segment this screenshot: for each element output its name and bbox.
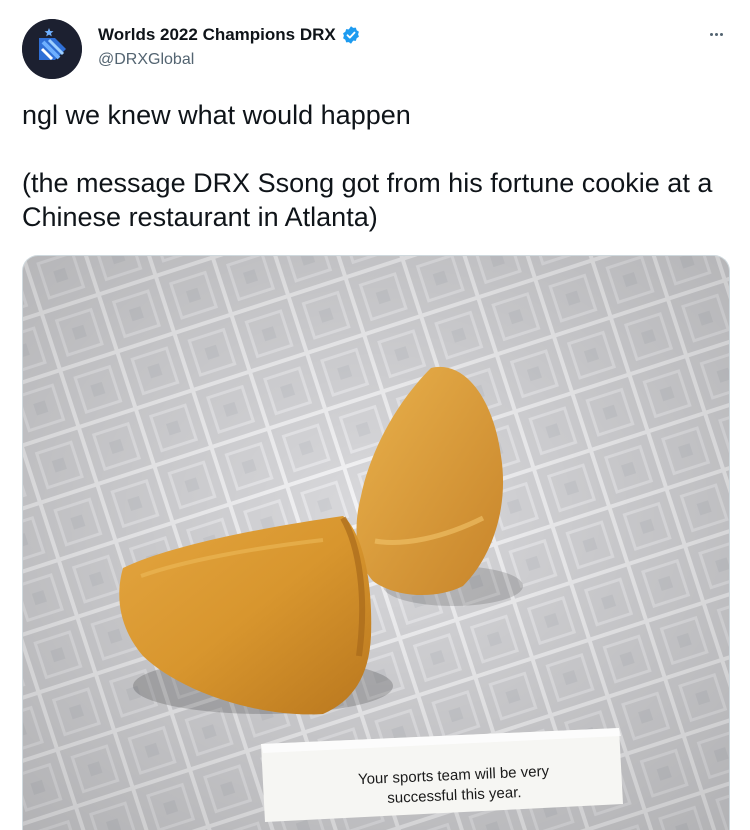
author-name-text: Worlds 2022 Champions DRX	[98, 25, 336, 44]
author-handle[interactable]: @DRXGlobal	[98, 51, 194, 69]
author-display-name[interactable]: Worlds 2022 Champions DRX	[98, 25, 361, 45]
tweet-photo[interactable]: Your sports team will be very successful…	[22, 255, 730, 830]
avatar[interactable]	[22, 19, 82, 79]
more-dot	[714, 32, 718, 36]
more-dot	[709, 32, 713, 36]
drx-logo-icon	[22, 19, 82, 79]
more-options-icon[interactable]	[704, 24, 728, 44]
fortune-cookie-photo	[23, 256, 729, 830]
more-dot	[719, 32, 723, 36]
fortune-message: Your sports team will be very successful…	[357, 762, 550, 807]
verified-badge-icon	[341, 25, 361, 45]
tweet-text: ngl we knew what would happen (the messa…	[22, 100, 713, 232]
